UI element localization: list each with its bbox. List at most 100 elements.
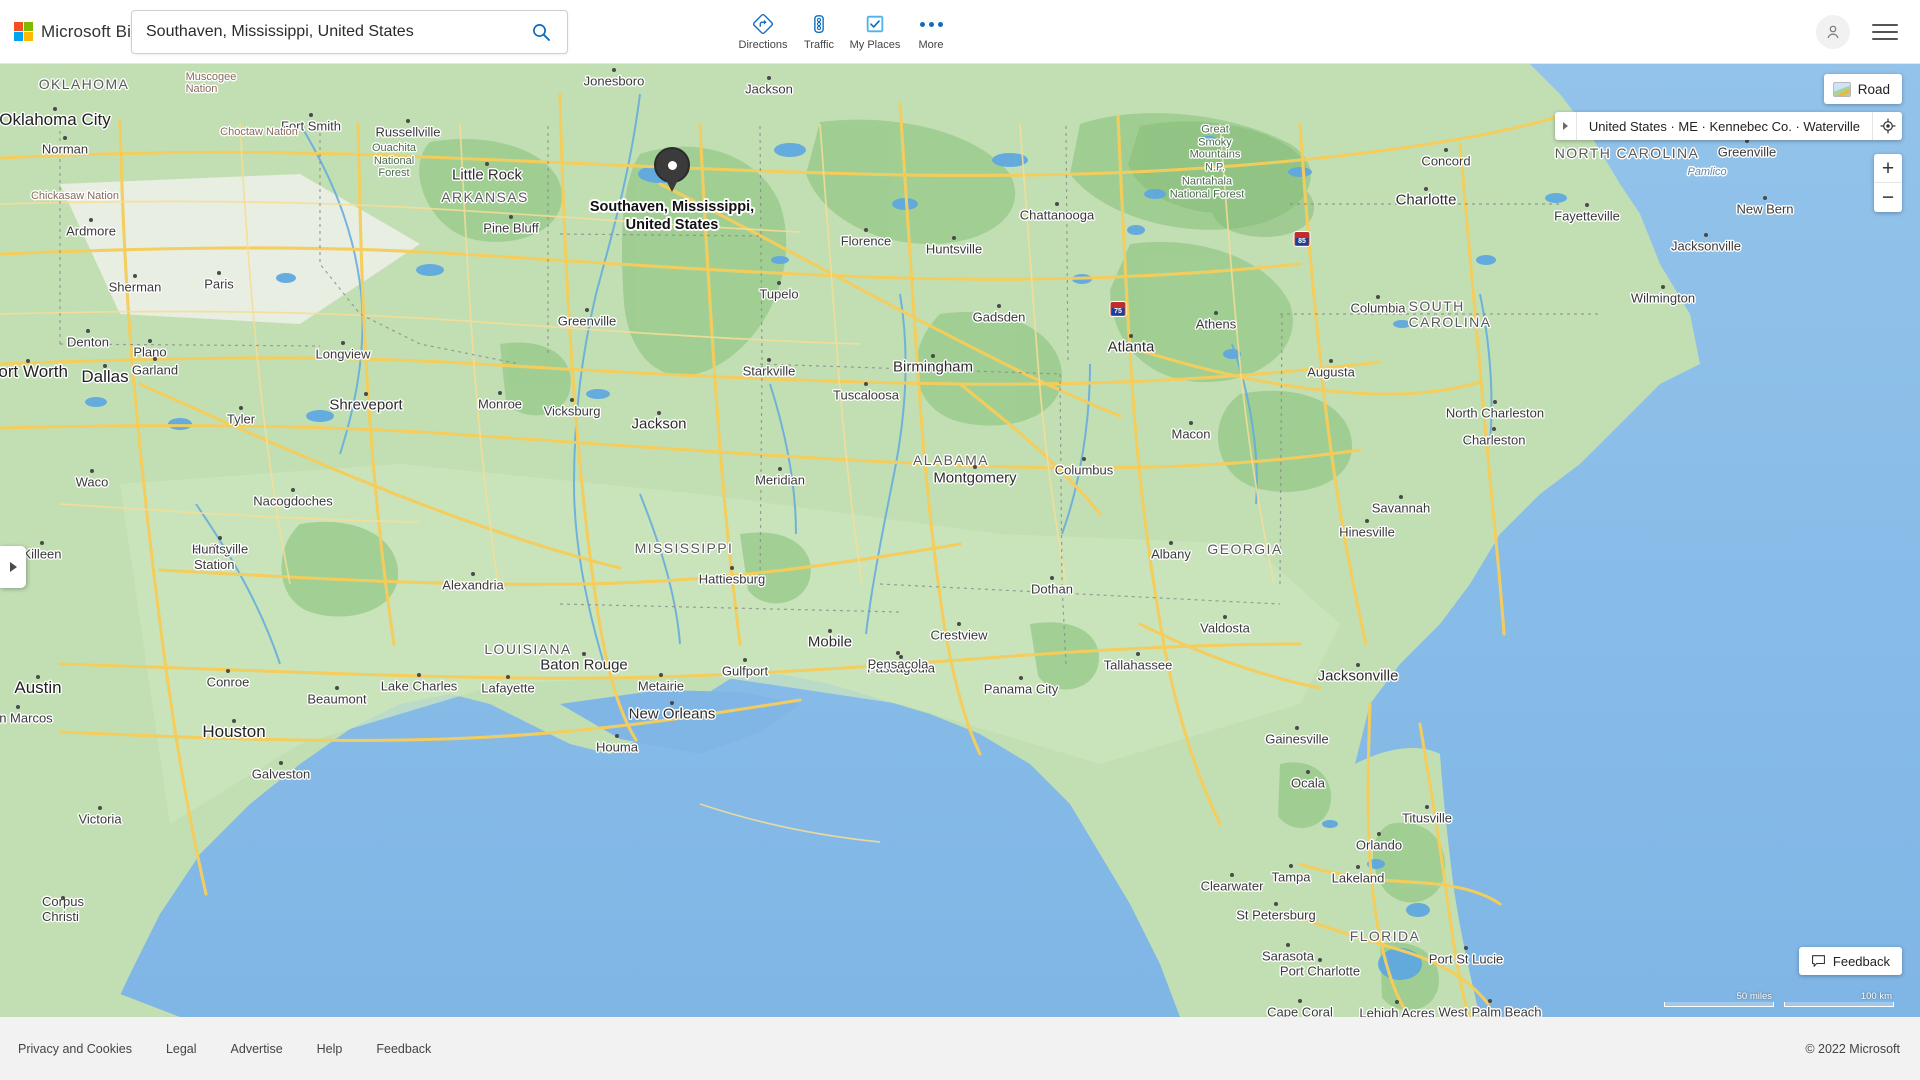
account-button[interactable] [1816, 15, 1850, 49]
tool-label: More [918, 39, 944, 51]
map-city-dot [498, 391, 502, 395]
map-city-dot [1050, 576, 1054, 580]
map-scale-bar: 50 miles 100 km [1664, 991, 1894, 1007]
locate-me-icon [1879, 118, 1896, 134]
directions-icon [752, 12, 774, 36]
map-pushpin[interactable] [654, 147, 690, 192]
footer-link-advertise[interactable]: Advertise [231, 1042, 283, 1056]
map-city-dot [509, 215, 513, 219]
map-city-dot [612, 68, 616, 72]
pushpin-label: Southaven, Mississippi, United States [590, 198, 754, 234]
tool-more[interactable]: More [903, 8, 959, 51]
map-city-dot [1189, 421, 1193, 425]
tool-traffic[interactable]: Traffic [791, 8, 847, 51]
map-city-dot [364, 392, 368, 396]
pushpin-label-line1: Southaven, Mississippi, [589, 199, 755, 215]
breadcrumb[interactable]: United States · ME · Kennebec Co. · Wate… [1554, 112, 1902, 140]
footer-link-help[interactable]: Help [317, 1042, 343, 1056]
map-city-dot [1704, 233, 1708, 237]
map-city-dot [1424, 187, 1428, 191]
chevron-right-icon[interactable] [1555, 112, 1577, 140]
map-city-dot [214, 544, 218, 548]
map-city-dot [1376, 295, 1380, 299]
footer-link-privacy[interactable]: Privacy and Cookies [18, 1042, 132, 1056]
locate-me-button[interactable] [1872, 112, 1902, 140]
scale-miles-label: 50 miles [1736, 991, 1772, 1002]
map-style-label: Road [1857, 81, 1890, 97]
checkbox-icon [864, 12, 886, 36]
pushpin-label-line2: United States [625, 217, 719, 234]
map-city-dot [1585, 203, 1589, 207]
zoom-controls[interactable]: + − [1874, 154, 1902, 212]
expand-panel-button[interactable] [0, 546, 26, 588]
pushpin-tail-icon [666, 180, 678, 192]
scale-km-label: 100 km [1860, 991, 1892, 1002]
map-city-dot [103, 364, 107, 368]
pushpin-head-icon [654, 147, 690, 183]
search-box[interactable] [131, 10, 568, 54]
map-city-dot [1356, 663, 1360, 667]
map-city-dot [279, 761, 283, 765]
map-city-dot [1464, 946, 1468, 950]
map-style-thumbnail-icon [1832, 81, 1851, 97]
map-city-dot [1298, 999, 1302, 1003]
search-input[interactable] [132, 23, 515, 41]
map-city-dot [952, 236, 956, 240]
map-city-dot [1214, 311, 1218, 315]
map-toolbar: Directions Traffic My Places More [735, 8, 959, 51]
map-city-dot [1286, 943, 1290, 947]
map-city-dot [743, 658, 747, 662]
map-city-dot [16, 705, 20, 709]
map-city-dot [1395, 1000, 1399, 1004]
map-city-dot [53, 107, 57, 111]
map-city-dot [239, 406, 243, 410]
map-city-dot [406, 119, 410, 123]
map-city-dot [1274, 902, 1278, 906]
map-city-dot [778, 467, 782, 471]
interstate-shield-icon: 85 [1293, 231, 1311, 247]
map-city-dot [767, 358, 771, 362]
interstate-shield-icon: 75 [1109, 301, 1127, 317]
map-city-dot [341, 341, 345, 345]
map-city-dot [90, 469, 94, 473]
map-city-dot [1295, 726, 1299, 730]
map-city-dot [232, 719, 236, 723]
map-city-dot [1019, 676, 1023, 680]
map-city-dot [40, 541, 44, 545]
map-viewport[interactable]: OKLAHOMA Oklahoma City Norman Muscogee Natio… [0, 64, 1920, 1017]
tool-directions[interactable]: Directions [735, 8, 791, 51]
map-city-dot [335, 686, 339, 690]
map-city-dot [1444, 148, 1448, 152]
map-city-dot [1055, 202, 1059, 206]
map-city-dot [1289, 864, 1293, 868]
map-city-dot [1377, 832, 1381, 836]
header-right-actions [1816, 0, 1898, 64]
tool-label: Traffic [804, 39, 834, 51]
map-city-dot [133, 274, 137, 278]
map-city-dot [63, 136, 67, 140]
map-city-dot [485, 162, 489, 166]
map-city-dot [471, 572, 475, 576]
zoom-out-button[interactable]: − [1874, 183, 1902, 212]
map-city-dot [896, 651, 900, 655]
map-city-dot [1136, 652, 1140, 656]
map-style-button[interactable]: Road [1823, 74, 1902, 104]
footer-link-feedback[interactable]: Feedback [376, 1042, 431, 1056]
map-city-dot [1399, 495, 1403, 499]
scale-km: 100 km [1784, 991, 1894, 1007]
map-city-dot [217, 271, 221, 275]
map-city-dot [291, 488, 295, 492]
zoom-in-button[interactable]: + [1874, 154, 1902, 183]
map-city-dot [26, 359, 30, 363]
hamburger-menu-icon[interactable] [1872, 24, 1898, 40]
brand-logo[interactable]: Microsoft Bing [14, 22, 150, 42]
map-feedback-button[interactable]: Feedback [1798, 947, 1902, 975]
tool-my-places[interactable]: My Places [847, 8, 903, 51]
map-city-dot [86, 329, 90, 333]
search-button[interactable] [515, 11, 567, 53]
map-city-dot [582, 652, 586, 656]
map-city-dot [1223, 615, 1227, 619]
footer-link-legal[interactable]: Legal [166, 1042, 197, 1056]
map-city-dot [1082, 457, 1086, 461]
map-city-dot [1493, 400, 1497, 404]
